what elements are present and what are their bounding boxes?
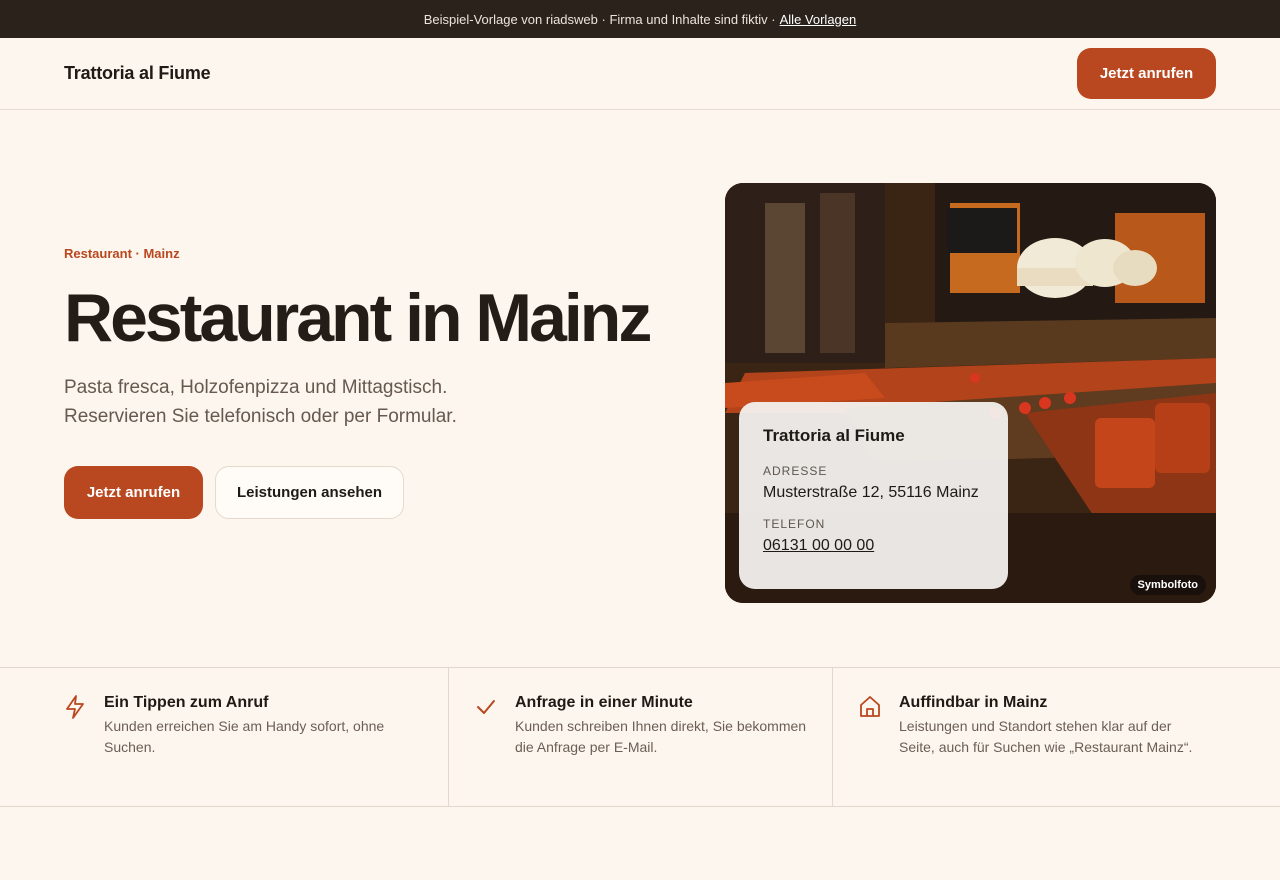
symbol-photo-badge: Symbolfoto [1129,575,1206,595]
hero-lead: Pasta fresca, Holzofenpizza und Mittagst… [64,377,457,427]
feature-title: Auffindbar in Mainz [899,694,1048,711]
announcement-text: Beispiel-Vorlage von riadsweb · Firma un… [423,11,776,27]
feature-findable: Auffindbar in Mainz Leistungen und Stand… [833,668,1280,806]
address-value: Musterstraße 12, 55116 Mainz [763,484,979,501]
header-call-button[interactable]: Jetzt anrufen [1077,48,1216,99]
site-header: Trattoria al Fiume Jetzt anrufen [0,38,1280,110]
feature-call: Ein Tippen zum Anruf Kunden erreichen Si… [0,668,449,806]
hero-eyebrow: Restaurant · Mainz [64,246,180,261]
features-strip: Ein Tippen zum Anruf Kunden erreichen Si… [0,667,1280,807]
all-templates-link[interactable]: Alle Vorlagen [780,12,857,27]
announcement-bar: Beispiel-Vorlage von riadsweb · Firma un… [0,0,1280,38]
lightning-icon [64,694,86,719]
brand-name[interactable]: Trattoria al Fiume [64,63,211,84]
view-services-button[interactable]: Leistungen ansehen [215,466,404,519]
phone-link[interactable]: 06131 00 00 00 [763,537,874,555]
feature-text: Leistungen und Standort stehen klar auf … [899,718,1193,755]
restaurant-photo: Trattoria al Fiume ADRESSE Musterstraße … [725,183,1216,603]
checkmark-icon [475,694,497,718]
contact-card: Trattoria al Fiume ADRESSE Musterstraße … [739,402,1008,589]
home-icon [859,694,881,718]
page-title: Restaurant in Mainz [64,280,652,356]
address-label: ADRESSE [763,464,828,478]
feature-request: Anfrage in einer Minute Kunden schreiben… [449,668,833,806]
hero-section: Restaurant · Mainz Restaurant in Mainz P… [64,246,664,519]
feature-title: Ein Tippen zum Anruf [104,694,269,711]
hero-call-button[interactable]: Jetzt anrufen [64,466,203,519]
card-restaurant-name: Trattoria al Fiume [763,426,905,445]
hero-actions: Jetzt anrufen Leistungen ansehen [64,466,664,519]
phone-label: TELEFON [763,517,826,531]
feature-title: Anfrage in einer Minute [515,694,693,711]
feature-text: Kunden schreiben Ihnen direkt, Sie bekom… [515,718,807,755]
feature-text: Kunden erreichen Sie am Handy sofort, oh… [104,718,385,755]
